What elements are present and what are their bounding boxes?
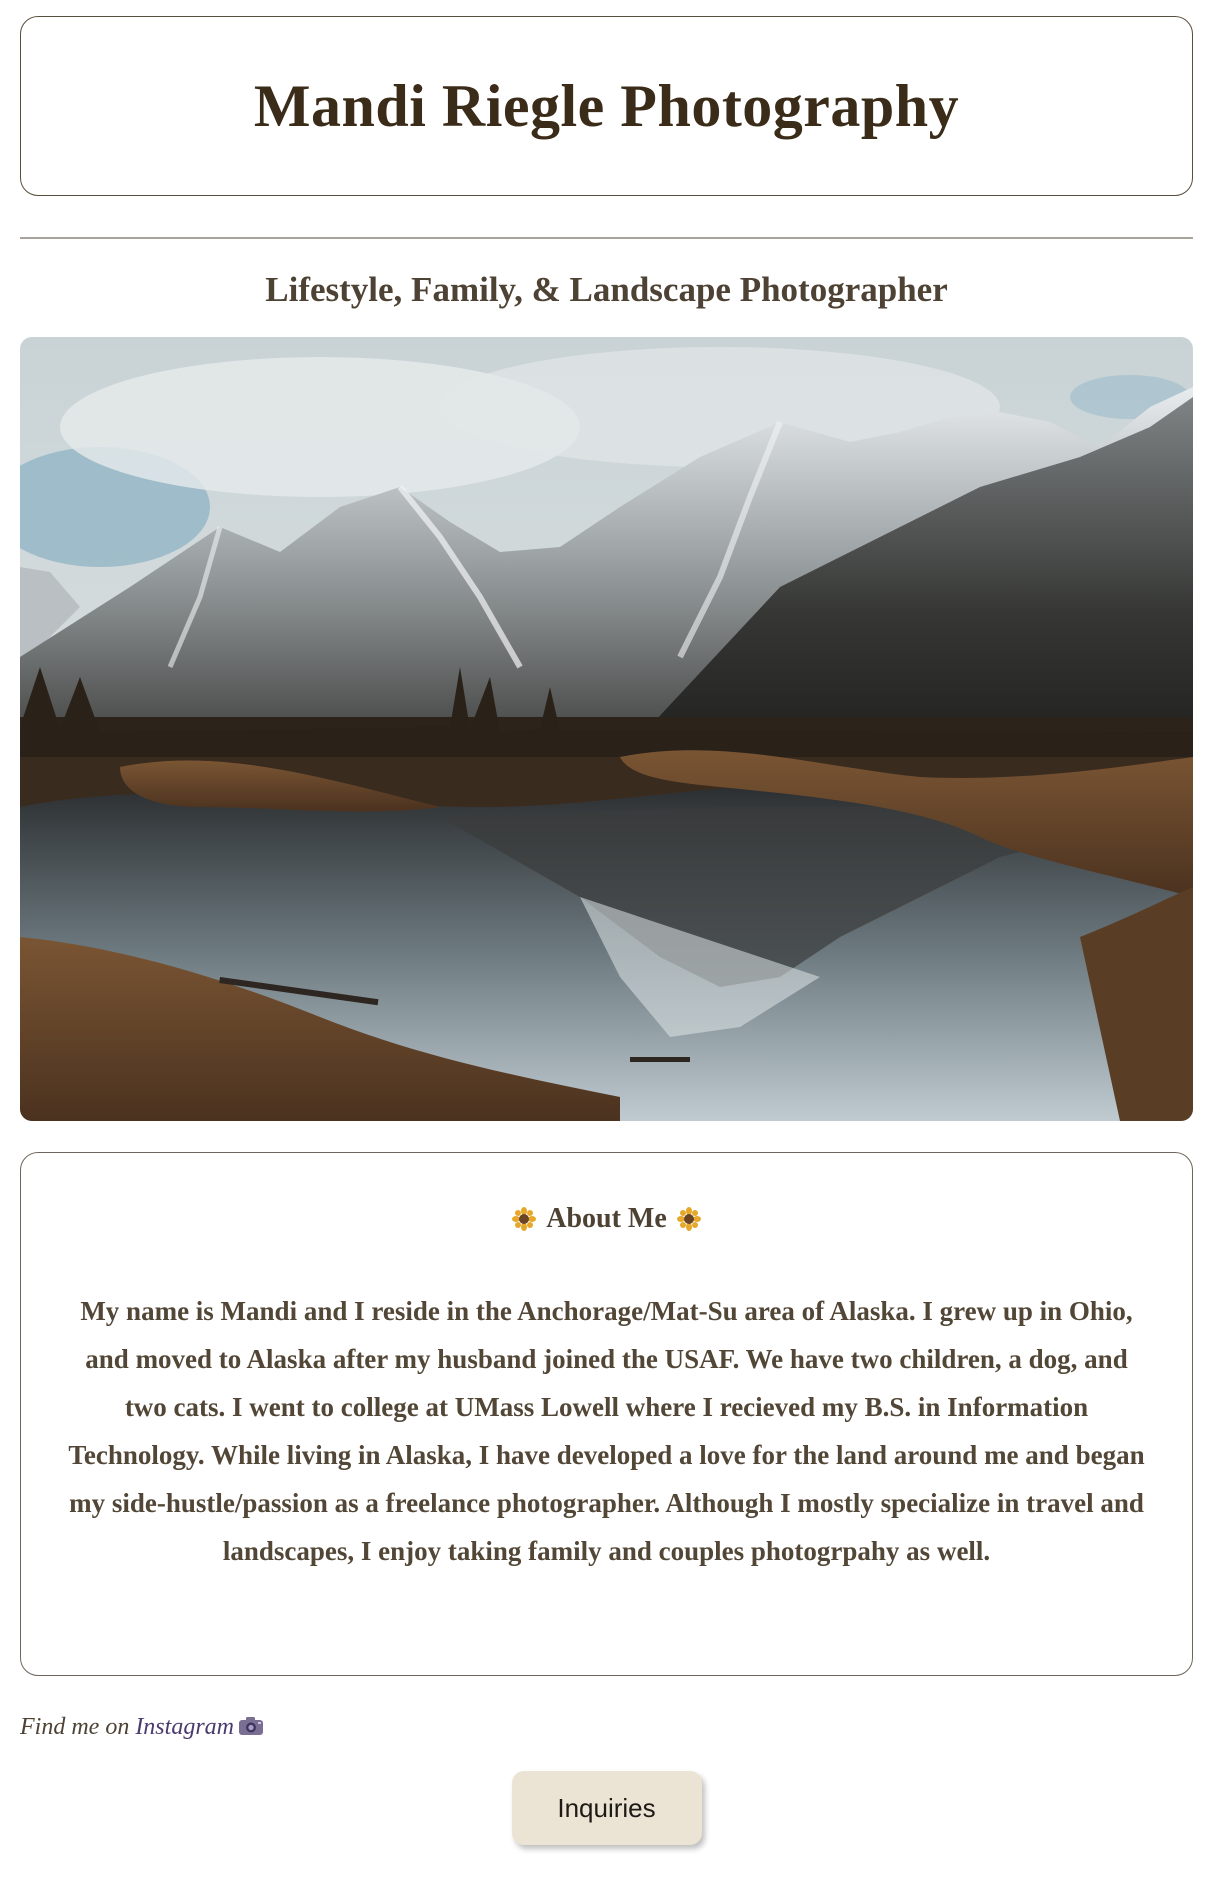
- divider: [20, 237, 1193, 239]
- header-box: Mandi Riegle Photography: [20, 16, 1193, 196]
- page-subtitle: Lifestyle, Family, & Landscape Photograp…: [265, 270, 948, 309]
- hero-landscape-image: [20, 337, 1193, 1121]
- page: Mandi Riegle Photography Lifestyle, Fami…: [20, 16, 1193, 1845]
- sunflower-icon: [512, 1207, 537, 1231]
- social-prefix: Find me on: [20, 1714, 136, 1740]
- about-me-card: About Me My name is Mandi and I reside i…: [20, 1152, 1193, 1676]
- social-line: Find me on Instagram: [20, 1714, 1193, 1743]
- sunflower-icon: [676, 1207, 701, 1231]
- landscape-photo: [20, 337, 1193, 1121]
- site-title: Mandi Riegle Photography: [253, 72, 960, 139]
- inquiries-button[interactable]: Inquiries: [511, 1771, 702, 1845]
- about-heading: About Me: [61, 1203, 1152, 1235]
- camera-icon: [238, 1716, 264, 1743]
- instagram-link[interactable]: Instagram: [135, 1714, 234, 1740]
- about-heading-label: About Me: [546, 1203, 667, 1234]
- inquiries-wrap: Inquiries: [20, 1771, 1193, 1845]
- about-body: My name is Mandi and I reside in the Anc…: [68, 1296, 1145, 1566]
